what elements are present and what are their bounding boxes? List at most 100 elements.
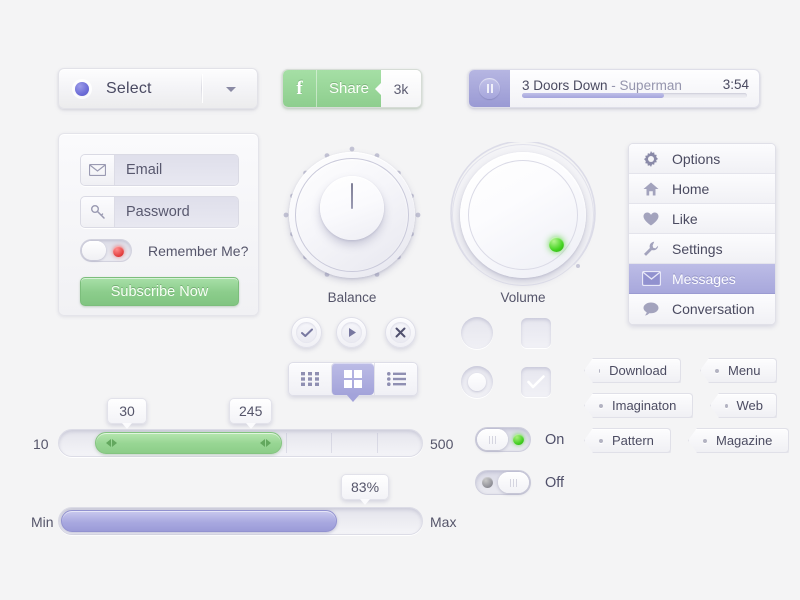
remember-me-label: Remember Me? (148, 242, 249, 259)
view-large-grid-option[interactable] (331, 363, 374, 402)
segment-pointer (346, 394, 360, 402)
green-led-icon (513, 434, 524, 445)
menu-item-home[interactable]: Home (629, 174, 775, 204)
player-song: Superman (619, 78, 682, 93)
play-button[interactable] (336, 317, 367, 348)
menu-item-messages[interactable]: Messages (629, 264, 775, 294)
view-mode-segmented-control[interactable] (288, 362, 418, 402)
checkbox-unchecked[interactable] (521, 318, 551, 348)
progress-max-label: Max (430, 514, 457, 530)
check-icon (527, 374, 545, 390)
pause-button[interactable] (469, 70, 510, 107)
range-handle-high[interactable] (260, 439, 271, 447)
email-input[interactable]: Email (115, 155, 238, 185)
chevron-down-icon[interactable] (226, 87, 236, 92)
volume-knob[interactable] (460, 152, 586, 278)
view-list-option[interactable] (374, 363, 417, 395)
tag-dot-icon (599, 368, 601, 373)
grid-small-icon (301, 372, 319, 386)
tag-label: Magazine (716, 433, 773, 448)
toggle-on-label: On (545, 431, 565, 448)
password-field[interactable]: Password (80, 196, 239, 228)
volume-knob-group: Volume (450, 142, 596, 312)
tooltip-tail (245, 423, 256, 429)
email-field[interactable]: Email (80, 154, 239, 186)
share-notch (375, 81, 382, 96)
tag-menu[interactable]: Menu (700, 358, 777, 383)
tag-dot-icon (703, 438, 707, 443)
range-min-label: 10 (33, 436, 49, 452)
play-icon (341, 322, 362, 343)
balance-knob[interactable] (289, 152, 415, 278)
toggle-off[interactable] (475, 470, 531, 495)
tag-dot-icon (599, 438, 603, 443)
tag-download[interactable]: Download (584, 358, 681, 383)
select-label: Select (106, 79, 152, 97)
home-icon (641, 182, 661, 196)
green-led-icon (549, 237, 564, 252)
share-count: 3k (381, 70, 421, 107)
menu-item-label: Like (672, 210, 698, 227)
facebook-f-icon[interactable]: f (283, 70, 317, 107)
toggle-knob[interactable] (477, 429, 508, 450)
toggle-on-row: On (475, 427, 564, 452)
tag-web[interactable]: Web (710, 393, 777, 418)
tag-pattern[interactable]: Pattern (584, 428, 671, 453)
checkbox-checked[interactable] (521, 367, 551, 397)
menu-item-label: Conversation (672, 301, 755, 317)
speech-bubble-icon (641, 302, 661, 316)
close-x-icon (390, 322, 411, 343)
heart-icon (641, 212, 661, 226)
range-max-label: 500 (430, 436, 454, 452)
radio-selected[interactable] (461, 366, 493, 398)
close-button[interactable] (385, 317, 416, 348)
tag-imaginaton[interactable]: Imaginaton (584, 393, 693, 418)
share-button-group[interactable]: f Share 3k (282, 69, 422, 108)
tooltip-tail (122, 423, 132, 429)
ui-kit-canvas: Select f Share 3k 3 Doors Down - Superma… (0, 0, 800, 600)
knob-cap[interactable] (320, 176, 384, 240)
radio-unselected[interactable] (461, 317, 493, 349)
menu-item-label: Home (672, 180, 710, 197)
tag-magazine[interactable]: Magazine (688, 428, 789, 453)
player-separator: - (607, 78, 620, 93)
volume-label: Volume (500, 290, 546, 305)
password-input[interactable]: Password (115, 197, 238, 227)
menu-item-settings[interactable]: Settings (629, 234, 775, 264)
menu-item-like[interactable]: Like (629, 204, 775, 234)
range-high-tooltip: 245 (229, 398, 273, 429)
toggle-knob[interactable] (82, 241, 106, 260)
subscribe-button[interactable]: Subscribe Now (80, 277, 239, 306)
range-slider-fill[interactable] (95, 432, 282, 454)
grid-large-icon (344, 370, 362, 388)
menu-item-label: Options (672, 150, 721, 167)
tag-label: Menu (728, 363, 761, 378)
wrench-icon (641, 241, 661, 257)
balance-label: Balance (327, 290, 377, 305)
tag-dot-icon (725, 403, 728, 408)
range-slider-track[interactable] (58, 429, 423, 457)
knob-pointer (351, 183, 353, 209)
toggle-off-label: Off (545, 474, 565, 491)
tag-label: Imaginaton (612, 398, 677, 413)
share-button[interactable]: Share (317, 70, 382, 107)
menu-item-options[interactable]: Options (629, 144, 775, 174)
menu-item-label: Settings (672, 240, 723, 257)
confirm-button[interactable] (291, 317, 322, 348)
tag-dot-icon (599, 403, 603, 408)
check-icon (296, 322, 317, 343)
menu-item-conversation[interactable]: Conversation (629, 294, 775, 324)
toggle-on[interactable] (475, 427, 531, 452)
music-player: 3 Doors Down - Superman 3:54 (468, 69, 760, 108)
view-small-grid-option[interactable] (289, 363, 331, 395)
progress-slider-fill[interactable] (61, 510, 337, 532)
player-progress-track[interactable] (522, 93, 747, 98)
select-dropdown[interactable]: Select (58, 68, 258, 109)
red-led-icon (113, 246, 124, 257)
toggle-off-row: Off (475, 470, 564, 495)
remember-me-toggle[interactable] (80, 239, 132, 262)
progress-slider-track[interactable] (58, 507, 423, 535)
gear-icon (641, 150, 661, 167)
range-handle-low[interactable] (106, 439, 117, 447)
toggle-knob[interactable] (498, 472, 529, 493)
